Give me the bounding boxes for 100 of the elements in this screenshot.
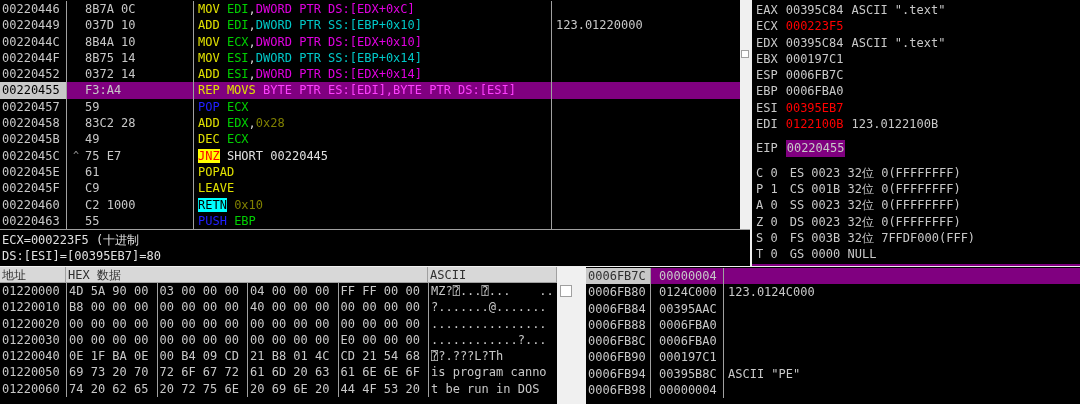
register-name: ESP [756,67,778,84]
register-comment: 123.0122100B [851,116,939,133]
hex-cell: 00 00 00 00 [156,331,247,349]
disassembly-row[interactable]: 0022045B 49 DEC ECX [0,131,740,148]
jump-marker: ^ [73,148,79,163]
register-name: ESI [756,99,778,117]
disassembly-row[interactable]: 0022044F 8B75 14 MOV ESI,DWORD PTR SS:[EBP+0x14] [0,49,740,67]
hex-cell: 04 00 00 00 [247,283,338,300]
hex-cell: 20 69 6E 20 [247,380,338,398]
instruction-text: ADD ESI,DWORD PTR DS:[EDX+0x14] [198,66,423,83]
register-value[interactable]: 00395C84 [785,34,844,51]
stack-row[interactable]: 0006FB88 0006FBA0 [586,316,1080,334]
register-name: ECX [756,18,778,35]
address-cell-text: 01220050 [1,364,61,381]
hex-cell: E0 00 00 00 [337,331,428,349]
stack-row[interactable]: 0006FB80 0124C000 123.0124C000 [586,284,1080,301]
instruction-text: MOV ECX,DWORD PTR DS:[EDX+0x10] [198,33,423,50]
disassembly-row[interactable]: 0022044C 8B4A 10 MOV ECX,DWORD PTR DS:[EDX+0x10] [0,33,740,50]
hex-cell: F3:A4 [85,82,122,99]
address-cell-text: 01220010 [1,299,61,316]
value-cell: 0006FBA0 [651,316,724,334]
flag[interactable]: T 0 [756,246,778,263]
disassembly-row[interactable]: 00220458 83C2 28 ADD EDX,0x28 [0,115,740,132]
column-header[interactable]: 地址 [0,267,66,282]
stack-row[interactable]: 0006FB84 00395AAC [586,300,1080,317]
stack-row[interactable]: 0006FB98 00000004 [586,382,1080,399]
register-value[interactable]: 00395C84 [785,2,844,19]
address-cell: 00220446 [0,1,67,18]
flag[interactable]: Z 0 [756,213,778,230]
register-value[interactable]: 000223F5 [785,18,844,35]
address-cell: 0022045E [0,163,67,181]
hex-cell: 59 [85,98,100,116]
hex-cell: 00 00 00 00 [156,299,247,316]
hex-cell: CD 21 54 68 [337,348,428,365]
address-cell: 0022045C [0,147,67,164]
hex-cell: 44 4F 53 20 [337,380,428,398]
flag[interactable]: C 0 [756,164,778,181]
segment-register: ES 0023 32位 0(FFFFFFFF) [789,164,961,181]
register-value[interactable]: 0006FBA0 [785,83,844,100]
stack-row[interactable]: 0006FB90 000197C1 [586,349,1080,366]
address-cell: 0006FB7C [586,268,651,285]
hex-cell: 00 00 00 00 [337,299,428,316]
column-header[interactable]: HEX 数据 [66,267,428,282]
instruction-text: ADD EDI,DWORD PTR SS:[EBP+0x10] [198,17,423,34]
disassembly-row[interactable]: 0022045C ^ 75 E7 JNZ SHORT 00220445 [0,147,740,164]
address-cell: 00220460 [0,196,67,213]
stack-row[interactable]: 0006FB94 00395B8C ASCII "PE" [586,365,1080,383]
disassembly-row[interactable]: 00220463 55 PUSH EBP [0,212,740,230]
address-cell-text: 01220040 [1,348,61,365]
register-comment: ASCII ".text" [851,2,946,19]
stack-row[interactable]: 0006FB7C 00000004 [586,268,1080,285]
register-name: EAX [756,2,778,19]
value-cell: 000197C1 [651,349,724,366]
hex-cell: C2 1000 [85,196,136,213]
instruction-text: REP MOVS BYTE PTR ES:[EDI],BYTE PTR DS:[ESI] [198,82,517,99]
scrollbar[interactable] [740,0,750,229]
instruction-text: RETN 0x10 [198,196,265,213]
disassembly-row[interactable]: 00220446 8B7A 0C MOV EDI,DWORD PTR DS:[EDX+0xC] [0,1,740,18]
register-value[interactable]: 000197C1 [785,50,844,68]
register-value[interactable]: 0006FB7C [785,67,844,84]
register-name: EBP [756,83,778,100]
flag[interactable]: P 1 [756,180,778,198]
hex-cell: 61 6E 6E 6F [337,364,428,381]
disassembly-row[interactable]: 00220449 037D 10 ADD EDI,DWORD PTR SS:[EBP+0x10] 123.01220000 [0,17,740,34]
hex-cell: 72 6F 67 72 [156,364,247,381]
hex-cell: 03 00 00 00 [156,283,247,300]
comment-cell: 123.0124C000 [728,285,815,300]
address-cell: 0022045B [0,131,67,148]
disassembly-row[interactable]: 0022045F C9 LEAVE [0,180,740,197]
hex-cell: 21 B8 01 4C [247,348,338,365]
address-cell: 00220455 [0,82,67,99]
hex-cell: C9 [85,180,100,197]
instruction-text: PUSH EBP [198,212,257,230]
address-cell: 0006FB84 [586,300,651,317]
hex-cell: 00 00 00 00 [66,331,157,349]
segment-register: DS 0023 32位 0(FFFFFFFF) [789,213,961,230]
address-cell: 00220463 [0,212,67,230]
hex-cell: 61 [85,163,100,181]
register-name: EDI [756,116,778,133]
eip-value[interactable]: 00220455 [785,140,846,157]
hex-cell: 20 72 75 6E [156,380,247,398]
register-comment: ASCII ".text" [851,34,946,51]
comment-cell: 123.01220000 [556,18,643,33]
address-cell: 00220449 [0,17,67,34]
scrollbar[interactable] [557,267,575,404]
register-value[interactable]: 0122100B [785,116,844,133]
info-line: DS:[ESI]=[00395EB7]=80 [2,248,162,265]
flag[interactable]: A 0 [756,197,778,214]
disassembly-row[interactable]: 0022045E 61 POPAD [0,163,740,181]
disassembly-row[interactable]: 00220457 59 POP ECX [0,98,740,116]
flag[interactable]: S 0 [756,229,778,247]
register-name: EDX [756,34,778,51]
segment-register: SS 0023 32位 0(FFFFFFFF) [789,197,961,214]
disassembly-row[interactable]: 00220455 F3:A4 REP MOVS BYTE PTR ES:[EDI],BYTE PTR DS:[ESI] [0,82,740,99]
scrollbar[interactable] [578,267,586,404]
register-value[interactable]: 00395EB7 [785,99,844,117]
address-cell: 0022044C [0,33,67,50]
stack-row[interactable]: 0006FB8C 0006FBA0 [586,333,1080,350]
hex-cell: 00 00 00 00 [156,315,247,332]
disassembly-row[interactable]: 00220460 C2 1000 RETN 0x10 [0,196,740,213]
